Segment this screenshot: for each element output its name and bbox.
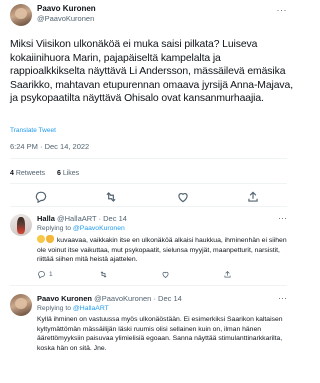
reply-author-name[interactable]: Paavo Kuronen — [37, 294, 92, 303]
retweets-count[interactable]: 4 — [10, 170, 14, 177]
reply-actions: 1 — [37, 270, 287, 282]
reply-count: 1 — [49, 271, 53, 278]
more-icon[interactable]: ··· — [278, 213, 287, 223]
divider — [10, 158, 287, 159]
author-avatar[interactable] — [10, 4, 32, 26]
replying-to-handle[interactable]: @HallaART — [73, 305, 109, 312]
like-icon — [162, 271, 169, 278]
likes-label[interactable]: Likes — [63, 170, 79, 177]
reply-text: kuvaavaa, vaikkakin itse en ulkonäköä al… — [37, 235, 289, 265]
replying-prefix: Replying to — [37, 305, 72, 312]
reply-date[interactable]: · Dec 14 — [99, 214, 127, 223]
avatar-paavo-icon[interactable] — [10, 294, 32, 316]
like-icon[interactable] — [176, 190, 190, 204]
reply-icon[interactable] — [34, 190, 48, 204]
author-handle[interactable]: @PaavoKuronen — [37, 14, 94, 24]
tweet-stats: 4 Retweets 6 Likes — [10, 170, 79, 177]
divider — [10, 183, 287, 184]
reply-button[interactable]: 1 — [37, 270, 53, 279]
reply-icon — [38, 271, 45, 279]
translate-link[interactable]: Translate Tweet — [10, 127, 56, 134]
retweet-icon — [100, 271, 107, 278]
reply-text-content: kuvaavaa, vaikkakin itse en ulkonäköä al… — [37, 237, 287, 264]
replying-to-handle[interactable]: @PaavoKuronen — [73, 225, 125, 232]
share-icon[interactable] — [246, 190, 260, 204]
share-button[interactable] — [223, 270, 232, 279]
reply-header: Halla @HallaART · Dec 14 — [37, 214, 127, 224]
divider — [10, 206, 287, 207]
retweet-button[interactable] — [99, 270, 108, 279]
more-icon[interactable]: ··· — [277, 5, 288, 15]
tweet-timestamp[interactable]: 6:24 PM · Dec 14, 2022 — [10, 142, 89, 151]
replying-to: Replying to @PaavoKuronen — [37, 225, 125, 232]
retweets-label[interactable]: Retweets — [16, 170, 45, 177]
replying-to: Replying to @HallaART — [37, 305, 109, 312]
share-icon — [224, 270, 231, 278]
reply-date[interactable]: · Dec 14 — [153, 294, 181, 303]
author-name[interactable]: Paavo Kuronen — [37, 4, 96, 14]
more-icon[interactable]: ··· — [278, 293, 287, 303]
tweet-text: Miksi Viisikon ulkonäköä ei muka saisi p… — [10, 39, 293, 105]
like-button[interactable] — [161, 270, 170, 279]
avatar-halla-icon[interactable] — [10, 214, 32, 236]
retweet-icon[interactable] — [104, 190, 118, 204]
praying-hands-emoji-icon — [46, 235, 54, 243]
replying-prefix: Replying to — [37, 225, 72, 232]
reply-header: Paavo Kuronen @PaavoKuronen · Dec 14 — [37, 294, 182, 304]
tweet-actions — [0, 188, 297, 206]
divider — [10, 285, 287, 286]
likes-count[interactable]: 6 — [57, 170, 61, 177]
reply-text: Kyllä ihminen on vastuussa myös ulkonäös… — [37, 316, 283, 352]
rofl-emoji-icon — [37, 235, 45, 243]
reply-author-handle[interactable]: @HallaART — [57, 214, 96, 223]
reply-author-handle[interactable]: @PaavoKuronen — [94, 294, 151, 303]
reply-author-name[interactable]: Halla — [37, 214, 55, 223]
